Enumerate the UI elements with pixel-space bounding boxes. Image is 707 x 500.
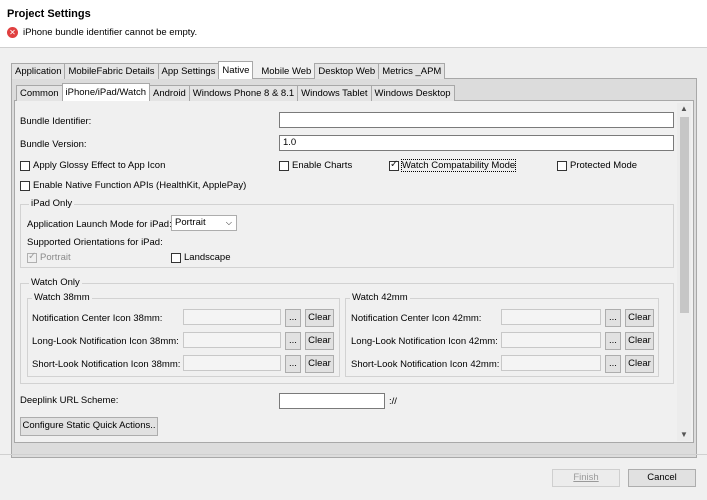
finish-button[interactable]: Finish: [552, 469, 620, 487]
short-38-browse-button[interactable]: ...: [285, 355, 301, 373]
scroll-thumb[interactable]: [680, 117, 689, 313]
watch-compatibility-checkbox[interactable]: Watch Compatability Mode: [389, 159, 517, 172]
tab-mobilefabric-details[interactable]: MobileFabric Details: [64, 63, 159, 79]
long-38-clear-button[interactable]: Clear: [305, 332, 334, 350]
notif-42-input[interactable]: [501, 309, 601, 325]
bundle-identifier-input[interactable]: [279, 112, 674, 128]
chevron-down-icon: ⌵: [225, 218, 232, 227]
tab-native[interactable]: Native: [218, 61, 254, 79]
vertical-scrollbar[interactable]: ▲ ▼: [677, 103, 691, 441]
short-42-input[interactable]: [501, 355, 601, 371]
orientations-label: Supported Orientations for iPad:: [27, 237, 163, 248]
tab-windows-phone[interactable]: Windows Phone 8 & 8.1: [188, 85, 299, 101]
footer-separator: [0, 454, 707, 455]
checkbox-box: [27, 251, 37, 263]
short-42-browse-button[interactable]: ...: [605, 355, 621, 373]
apply-glossy-label: Apply Glossy Effect to App Icon: [33, 160, 166, 171]
tab-desktop-web[interactable]: Desktop Web: [314, 63, 380, 79]
watch-compatibility-label: Watch Compatability Mode: [400, 159, 517, 172]
tab-windows-tablet[interactable]: Windows Tablet: [297, 85, 372, 101]
watch-42mm-title: Watch 42mm: [350, 292, 410, 303]
notif-42-browse-button[interactable]: ...: [605, 309, 621, 327]
apply-glossy-checkbox[interactable]: Apply Glossy Effect to App Icon: [20, 160, 165, 171]
tab-metrics-apm[interactable]: Metrics _APM: [378, 63, 446, 79]
short-38-clear-button[interactable]: Clear: [305, 355, 334, 373]
dialog-title: Project Settings: [7, 8, 91, 20]
notif-38-input[interactable]: [183, 309, 281, 325]
enable-charts-checkbox[interactable]: Enable Charts: [279, 160, 352, 171]
short-38-label: Short-Look Notification Icon 38mm:: [32, 359, 181, 370]
short-42-clear-button[interactable]: Clear: [625, 355, 654, 373]
tab-windows-desktop[interactable]: Windows Desktop: [370, 85, 455, 101]
checkbox-box[interactable]: [171, 252, 181, 263]
protected-mode-checkbox[interactable]: Protected Mode: [557, 160, 637, 171]
sub-tab-content: [14, 100, 694, 443]
native-apis-label: Enable Native Function APIs (HealthKit, …: [33, 180, 247, 191]
bundle-identifier-label: Bundle Identifier:: [20, 116, 92, 127]
protected-mode-label: Protected Mode: [570, 160, 638, 171]
deeplink-suffix: ://: [389, 396, 397, 407]
portrait-label: Portrait: [40, 252, 71, 263]
long-42-label: Long-Look Notification Icon 42mm:: [351, 336, 498, 347]
scroll-up-icon[interactable]: ▲: [677, 103, 691, 115]
configure-quick-actions-button[interactable]: Configure Static Quick Actions..: [20, 417, 158, 436]
notif-42-clear-button[interactable]: Clear: [625, 309, 654, 327]
notif-42-label: Notification Center Icon 42mm:: [351, 313, 482, 324]
deeplink-label: Deeplink URL Scheme:: [20, 395, 119, 406]
checkbox-box[interactable]: [20, 160, 30, 171]
dialog-header: Project Settings ✕ iPhone bundle identif…: [0, 0, 707, 48]
long-38-browse-button[interactable]: ...: [285, 332, 301, 350]
ipad-group-title: iPad Only: [29, 198, 75, 209]
checkbox-box[interactable]: [20, 180, 30, 191]
enable-charts-label: Enable Charts: [292, 160, 353, 171]
short-38-input[interactable]: [183, 355, 281, 371]
deeplink-input[interactable]: [279, 393, 385, 409]
ipad-group: iPad Only: [20, 198, 674, 268]
tab-common[interactable]: Common: [16, 85, 63, 101]
checkbox-box[interactable]: [557, 160, 567, 171]
error-banner: ✕ iPhone bundle identifier cannot be emp…: [7, 27, 197, 38]
top-tab-bar: Application MobileFabric Details App Set…: [11, 61, 446, 79]
tab-app-settings[interactable]: App Settings: [157, 63, 220, 79]
long-38-input[interactable]: [183, 332, 281, 348]
notif-38-browse-button[interactable]: ...: [285, 309, 301, 327]
landscape-label: Landscape: [184, 252, 231, 263]
launch-mode-label: Application Launch Mode for iPad:: [27, 219, 172, 230]
tab-mobile-web[interactable]: Mobile Web: [252, 63, 315, 79]
sub-tab-bar: Common iPhone/iPad/Watch Android Windows…: [16, 83, 455, 101]
watch-group-title: Watch Only: [29, 277, 82, 288]
tab-android[interactable]: Android: [149, 85, 190, 101]
long-42-browse-button[interactable]: ...: [605, 332, 621, 350]
portrait-checkbox: Portrait: [27, 251, 71, 263]
error-message: iPhone bundle identifier cannot be empty…: [23, 27, 198, 38]
landscape-checkbox[interactable]: Landscape: [171, 252, 230, 263]
long-38-label: Long-Look Notification Icon 38mm:: [32, 336, 179, 347]
watch-38mm-title: Watch 38mm: [32, 292, 92, 303]
launch-mode-select[interactable]: Portrait ⌵: [171, 215, 237, 231]
bundle-version-label: Bundle Version:: [20, 139, 87, 150]
checkbox-box[interactable]: [279, 160, 289, 171]
long-42-clear-button[interactable]: Clear: [625, 332, 654, 350]
notif-38-label: Notification Center Icon 38mm:: [32, 313, 163, 324]
notif-38-clear-button[interactable]: Clear: [305, 309, 334, 327]
native-apis-checkbox[interactable]: Enable Native Function APIs (HealthKit, …: [20, 180, 246, 191]
long-42-input[interactable]: [501, 332, 601, 348]
cancel-button[interactable]: Cancel: [628, 469, 696, 487]
bundle-version-input[interactable]: 1.0: [279, 135, 674, 151]
tab-iphone-ipad-watch[interactable]: iPhone/iPad/Watch: [61, 83, 150, 101]
tab-application[interactable]: Application: [11, 63, 66, 79]
short-42-label: Short-Look Notification Icon 42mm:: [351, 359, 500, 370]
checkbox-box[interactable]: [389, 159, 399, 171]
scroll-down-icon[interactable]: ▼: [677, 429, 691, 441]
launch-mode-value: Portrait: [175, 217, 206, 228]
error-icon: ✕: [7, 27, 18, 38]
